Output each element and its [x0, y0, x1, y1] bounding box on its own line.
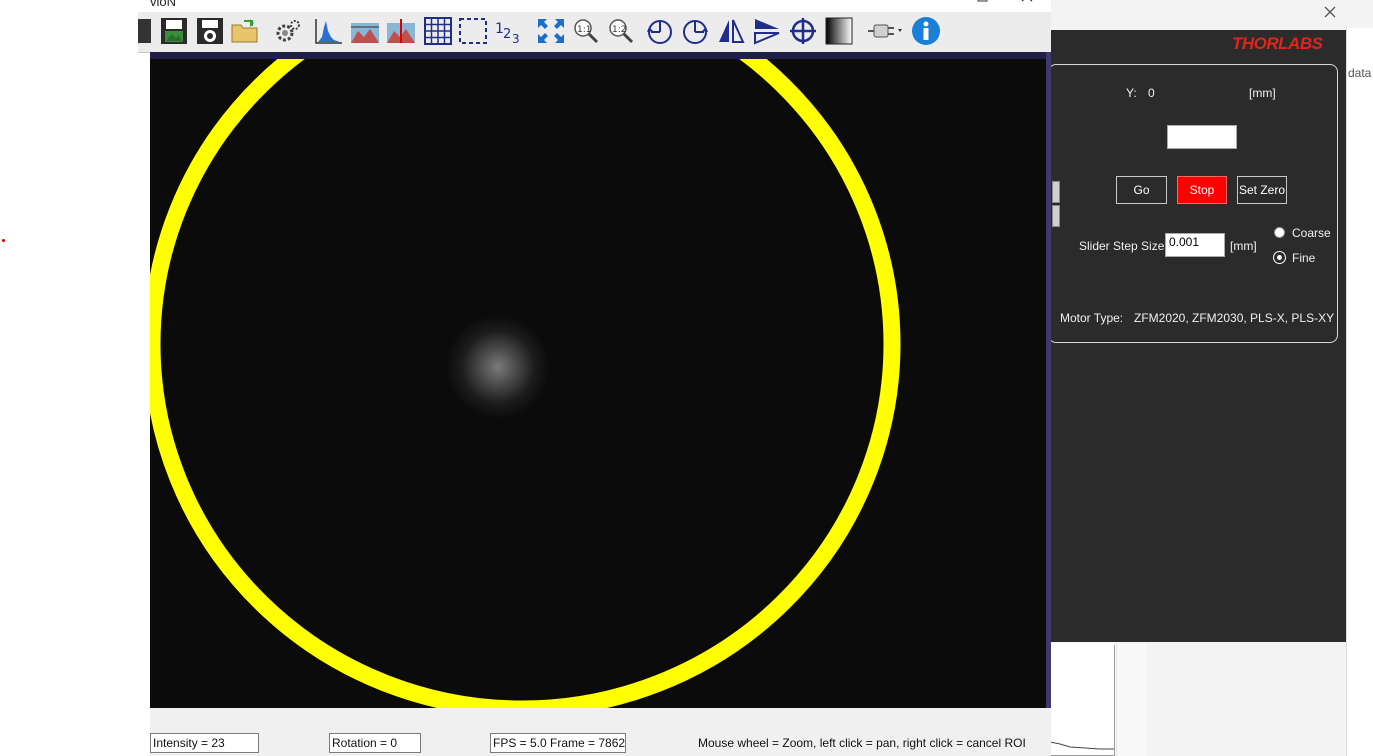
mouse-hint-text: Mouse wheel = Zoom, left click = pan, ri…	[698, 736, 1026, 750]
background-window-content	[1346, 28, 1373, 756]
svg-text:2: 2	[503, 27, 511, 42]
camera-image	[150, 59, 1046, 708]
y-position-value: 0	[1148, 86, 1155, 100]
grid-icon[interactable]	[423, 16, 453, 46]
maximize-icon	[977, 0, 988, 2]
coarse-label: Coarse	[1292, 226, 1331, 240]
camera-image-view[interactable]	[150, 59, 1046, 708]
camera-view-border	[150, 52, 1050, 59]
go-button[interactable]: Go	[1116, 176, 1167, 204]
fine-radio[interactable]	[1274, 252, 1285, 263]
svg-text:1:2: 1:2	[612, 25, 626, 35]
image-profile-icon[interactable]	[350, 16, 380, 46]
fit-to-window-icon[interactable]	[536, 16, 566, 46]
slider-step-size-label: Slider Step Size	[1079, 239, 1165, 253]
camera-view-edge	[1046, 52, 1051, 708]
background-data-label: data	[1348, 66, 1372, 80]
maximize-button[interactable]	[977, 0, 989, 9]
motor-type-value: ZFM2020, ZFM2030, PLS-X, PLS-XY	[1134, 311, 1335, 325]
fps-frame-readout: FPS = 5.0 Frame = 7862	[490, 733, 626, 753]
target-position-input[interactable]	[1167, 125, 1237, 149]
beam-spot	[446, 315, 550, 419]
plugin-icon[interactable]	[866, 16, 906, 46]
svg-text:1:1: 1:1	[577, 25, 591, 35]
motor-type-label: Motor Type:	[1060, 311, 1124, 325]
coarse-radio[interactable]	[1274, 227, 1285, 238]
toolbar-overflow-edge	[138, 16, 152, 46]
settings-icon[interactable]	[273, 16, 303, 46]
close-icon	[1021, 0, 1033, 2]
fine-label: Fine	[1292, 251, 1316, 265]
slider-step-unit: [mm]	[1230, 239, 1257, 253]
roi-select-icon[interactable]	[458, 16, 488, 46]
flip-vertical-icon[interactable]	[752, 16, 782, 46]
background-window-panel	[1116, 643, 1147, 756]
numeric-display-icon[interactable]: 123	[494, 16, 524, 46]
rotation-readout: Rotation = 0	[329, 733, 421, 753]
grayscale-icon[interactable]	[824, 16, 854, 46]
jog-down-handle[interactable]	[1052, 205, 1060, 227]
slider-step-size-input[interactable]: 0.001	[1165, 233, 1225, 257]
save-settings-icon[interactable]	[195, 16, 225, 46]
camera-close-button[interactable]	[1021, 0, 1033, 9]
info-icon[interactable]	[911, 16, 941, 46]
set-zero-button[interactable]: Set Zero	[1237, 176, 1287, 204]
close-icon[interactable]	[1323, 5, 1337, 19]
rotate-right-icon[interactable]	[680, 16, 710, 46]
svg-text:3: 3	[512, 32, 520, 45]
zoom-1-1-icon[interactable]: 1:1	[571, 16, 601, 46]
camera-window-title: vioN	[150, 0, 177, 9]
intensity-readout: Intensity = 23	[150, 733, 259, 753]
position-unit-label: [mm]	[1249, 86, 1276, 100]
y-axis-label: Y:	[1126, 86, 1137, 100]
zoom-1-2-icon[interactable]: 1:2	[606, 16, 636, 46]
stop-button[interactable]: Stop	[1177, 176, 1227, 204]
histogram-icon[interactable]	[314, 16, 344, 46]
camera-window-titlebar	[138, 0, 1051, 12]
camera-toolbar: 123 1:1 1:2	[138, 12, 1051, 53]
color-profile-icon[interactable]	[386, 16, 416, 46]
flip-horizontal-icon[interactable]	[716, 16, 746, 46]
crosshair-icon[interactable]	[788, 16, 818, 46]
jog-up-handle[interactable]	[1052, 181, 1060, 203]
thorlabs-logo: THORLABS	[1232, 34, 1323, 53]
background-mini-chart-line	[1050, 741, 1114, 750]
open-folder-icon[interactable]	[230, 16, 260, 46]
red-dot-marker	[2, 239, 5, 242]
rotate-left-icon[interactable]	[645, 16, 675, 46]
save-image-icon[interactable]	[159, 16, 189, 46]
